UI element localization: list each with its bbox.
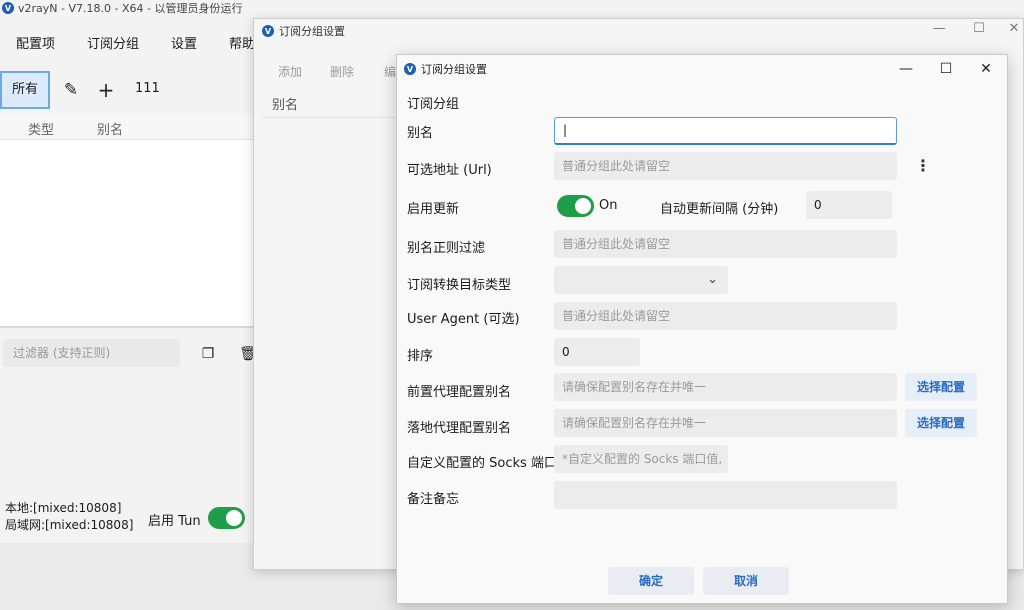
menu-bar: 配置项 订阅分组 设置 帮助 — [0, 30, 271, 60]
sort-input[interactable]: 0 — [554, 338, 640, 366]
land-proxy-input[interactable]: 请确保配置别名存在并唯一 — [554, 409, 897, 437]
add-plus-icon[interactable]: + — [96, 80, 116, 100]
minimize-icon[interactable]: — — [929, 21, 949, 36]
status-lan: 局域网:[mixed:10808] — [5, 518, 134, 532]
sort-label: 排序 — [407, 349, 434, 364]
prev-proxy-label: 前置代理配置别名 — [407, 385, 512, 400]
toolbar-edit[interactable]: 编 — [384, 63, 396, 80]
alias-input[interactable]: | — [554, 117, 897, 145]
v2rayn-logo-icon: V — [2, 2, 14, 14]
regex-filter-input[interactable]: 普通分组此处请留空 — [554, 230, 897, 258]
menu-config[interactable]: 配置项 — [0, 30, 71, 60]
more-options-icon[interactable]: ⋮ — [915, 158, 931, 174]
land-proxy-select-button[interactable]: 选择配置 — [905, 409, 977, 437]
status-ports: 本地:[mixed:10808] 局域网:[mixed:10808] — [5, 500, 133, 534]
server-grid-header: 类型 别名 — [0, 114, 260, 140]
v2rayn-logo-icon: V — [404, 63, 416, 75]
auto-interval-input[interactable]: 0 — [806, 191, 892, 219]
maximize-icon[interactable]: ☐ — [969, 21, 989, 36]
column-alias[interactable]: 别名 — [262, 93, 402, 119]
url-label: 可选地址 (Url) — [407, 163, 492, 178]
dialog-title: 订阅分组设置 — [421, 63, 487, 76]
sub-group-settings-dialog: V 订阅分组设置 — ☐ ✕ 订阅分组 别名 | 可选地址 (Url) 普通分组… — [396, 54, 1008, 604]
enable-update-toggle[interactable] — [557, 195, 594, 217]
auto-interval-label: 自动更新间隔 (分钟) — [660, 202, 779, 217]
memo-label: 备注备忘 — [407, 492, 460, 507]
edit-pencil-icon[interactable]: ✎ — [61, 80, 81, 100]
sub-window-title: 订阅分组设置 — [279, 25, 345, 38]
enable-update-state: On — [599, 198, 618, 213]
section-title: 订阅分组 — [407, 97, 460, 112]
cancel-button[interactable]: 取消 — [703, 567, 789, 595]
splitter[interactable] — [0, 326, 260, 328]
minimize-icon[interactable]: — — [895, 59, 917, 79]
ok-button[interactable]: 确定 — [608, 567, 694, 595]
log-area[interactable] — [0, 372, 260, 492]
copy-icon[interactable]: ❐ — [198, 344, 218, 364]
regex-filter-label: 别名正则过滤 — [407, 241, 486, 256]
server-grid[interactable] — [0, 140, 260, 327]
column-alias[interactable]: 别名 — [97, 119, 123, 138]
sub-window-title-bar: V 订阅分组设置 — [262, 23, 345, 39]
menu-sub-group[interactable]: 订阅分组 — [71, 30, 155, 60]
enable-update-label: 启用更新 — [407, 202, 460, 217]
convert-target-label: 订阅转换目标类型 — [407, 278, 512, 293]
close-icon[interactable]: ✕ — [1004, 21, 1024, 36]
close-icon[interactable]: ✕ — [975, 59, 997, 79]
dialog-title-bar: V 订阅分组设置 — [404, 60, 487, 78]
socks-port-label: 自定义配置的 Socks 端口 — [407, 456, 557, 471]
prev-proxy-select-button[interactable]: 选择配置 — [905, 373, 977, 401]
tun-label: 启用 Tun — [148, 514, 201, 529]
main-title-bar: V v2rayN - V7.18.0 - X64 - 以管理员身份运行 — [0, 0, 260, 16]
convert-target-select[interactable]: ⌄ — [554, 266, 728, 294]
group-tab-111[interactable]: 111 — [135, 81, 160, 96]
group-tab-all[interactable]: 所有 — [0, 71, 50, 109]
grid-divider — [262, 117, 402, 118]
log-filter-input[interactable]: 过滤器 (支持正则) — [3, 339, 180, 367]
socks-port-input[interactable]: *自定义配置的 Socks 端口值, — [554, 445, 728, 473]
menu-settings[interactable]: 设置 — [155, 30, 213, 60]
url-input[interactable]: 普通分组此处请留空 — [554, 152, 897, 180]
user-agent-input[interactable]: 普通分组此处请留空 — [554, 302, 897, 330]
column-type[interactable]: 类型 — [28, 119, 54, 138]
main-title-text: v2rayN - V7.18.0 - X64 - 以管理员身份运行 — [18, 2, 243, 15]
memo-input[interactable] — [554, 481, 897, 509]
toolbar-delete[interactable]: 删除 — [330, 63, 354, 80]
land-proxy-label: 落地代理配置别名 — [407, 421, 512, 436]
user-agent-label: User Agent (可选) — [407, 312, 520, 327]
v2rayn-logo-icon: V — [262, 25, 274, 37]
chevron-down-icon: ⌄ — [707, 272, 718, 287]
alias-label: 别名 — [407, 126, 434, 141]
tun-toggle[interactable] — [208, 507, 245, 529]
toolbar-add[interactable]: 添加 — [278, 63, 302, 80]
maximize-icon[interactable]: ☐ — [935, 59, 957, 79]
prev-proxy-input[interactable]: 请确保配置别名存在并唯一 — [554, 373, 897, 401]
status-local: 本地:[mixed:10808] — [5, 501, 122, 515]
